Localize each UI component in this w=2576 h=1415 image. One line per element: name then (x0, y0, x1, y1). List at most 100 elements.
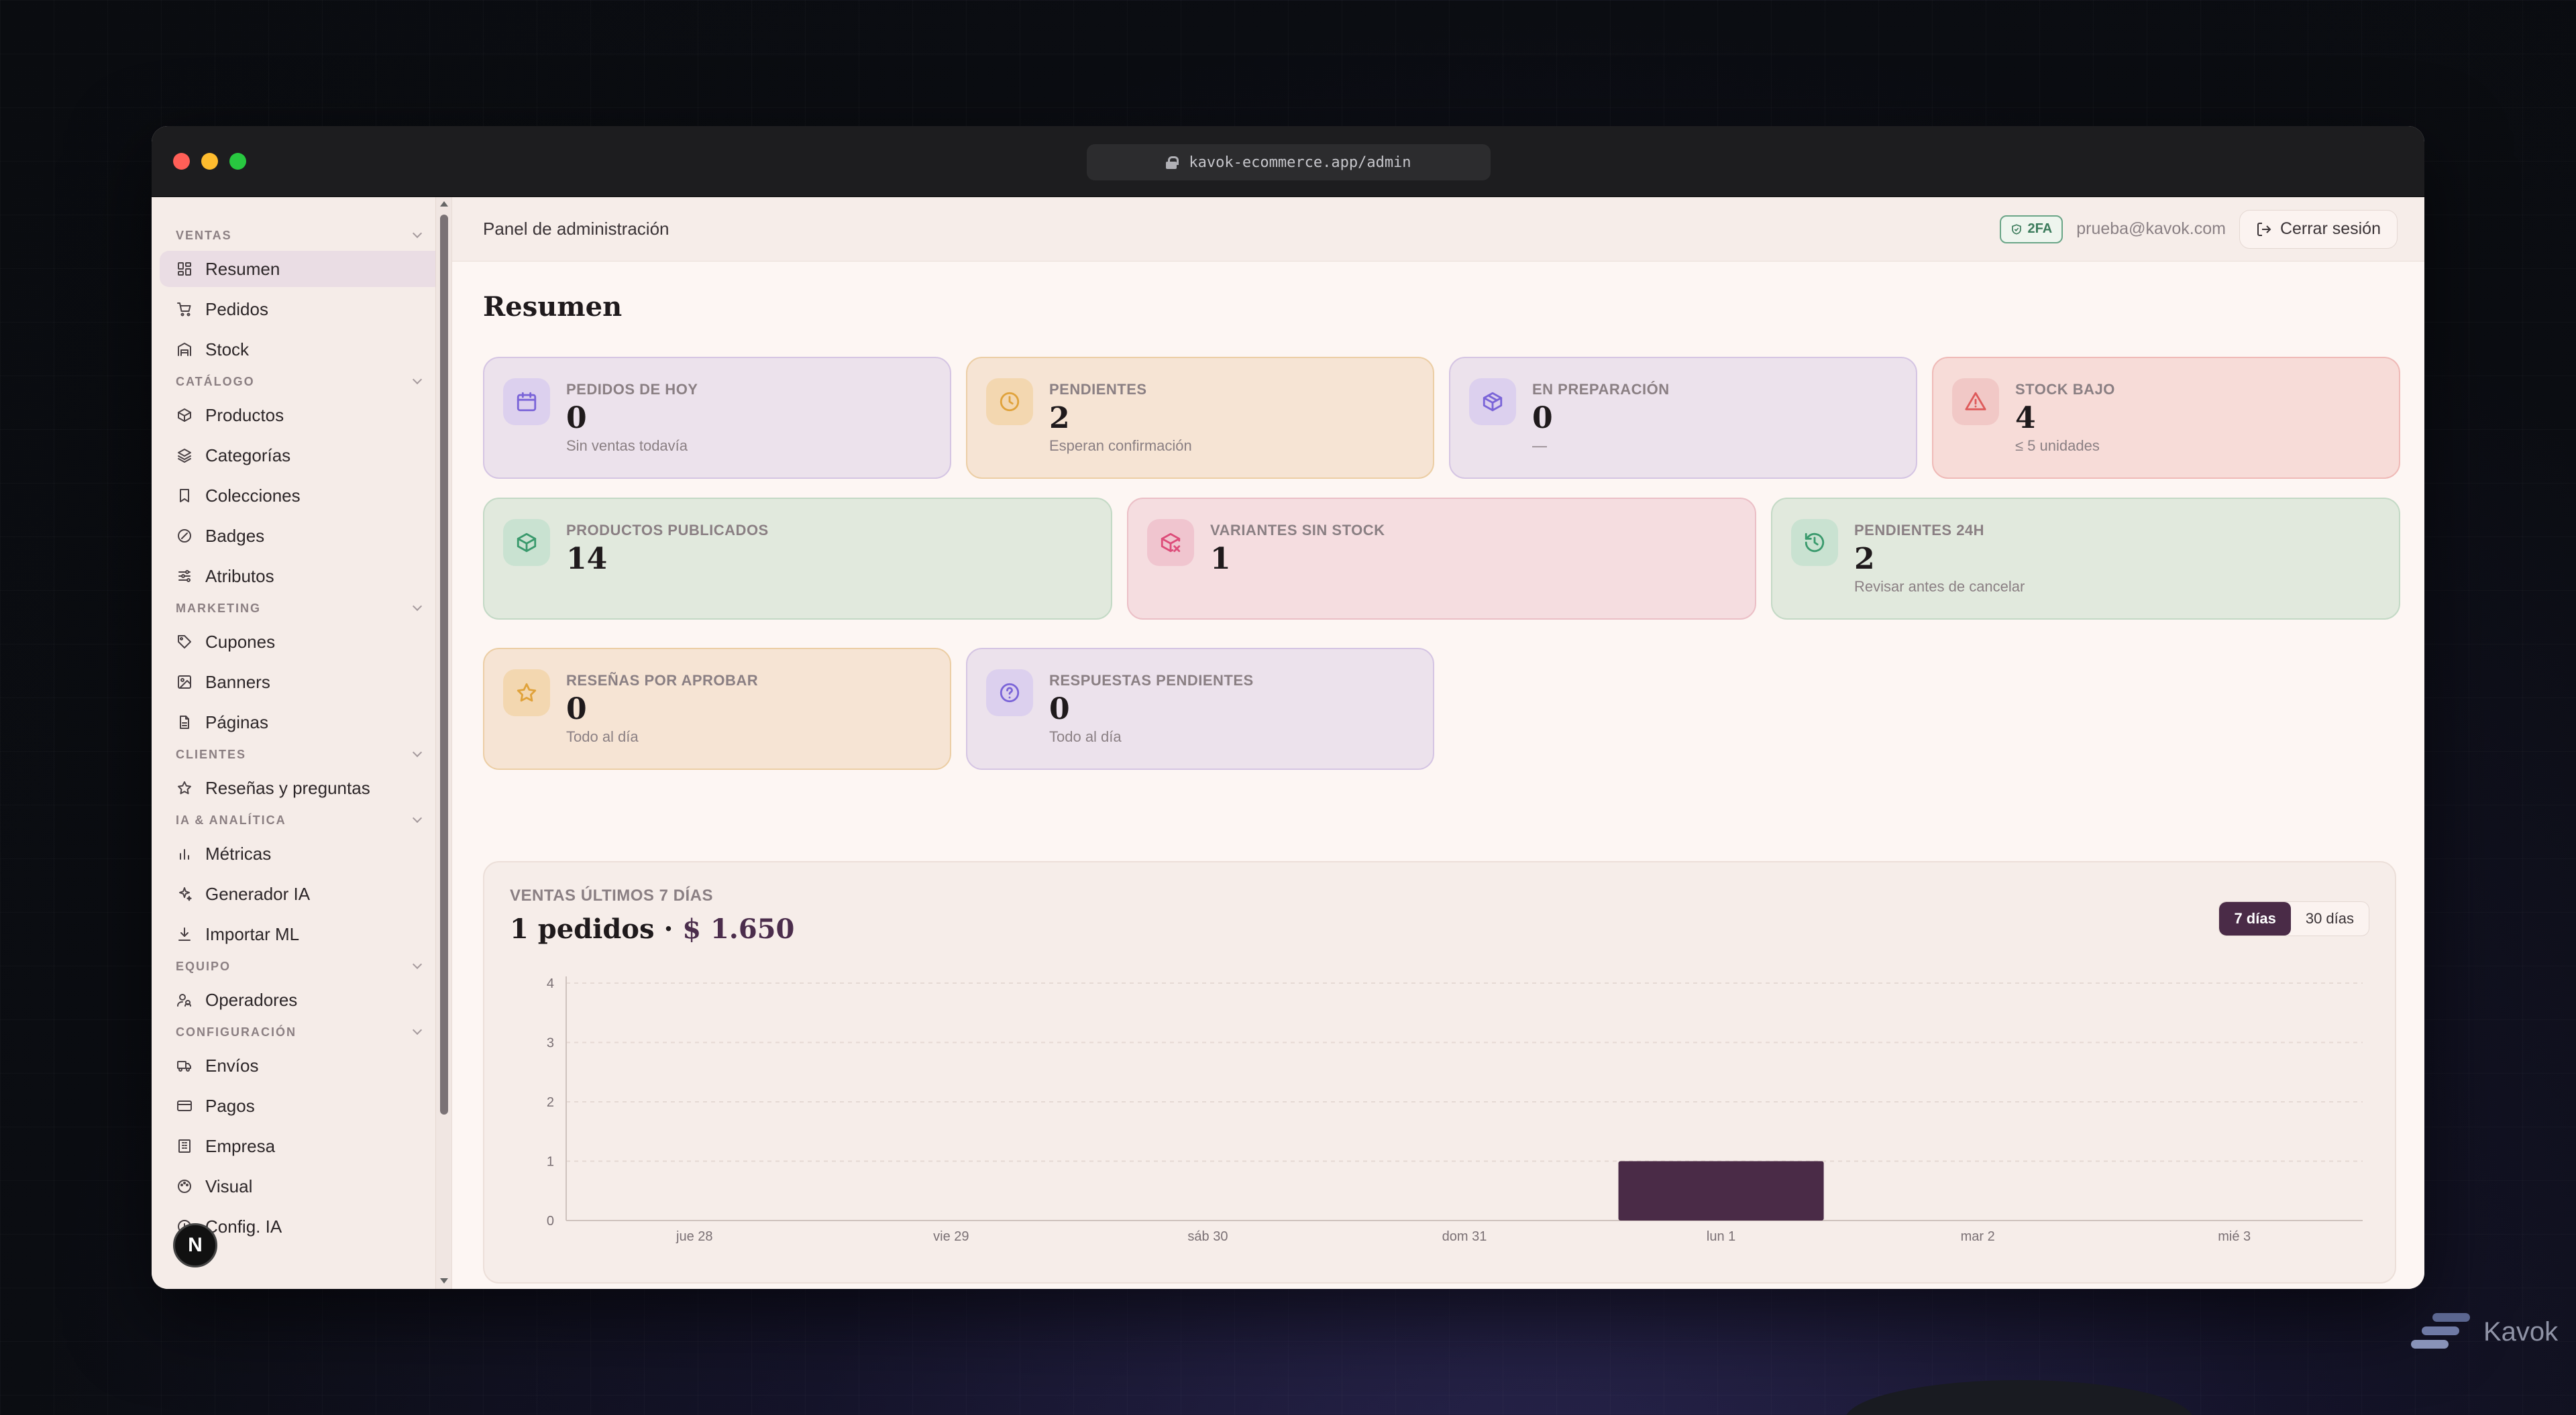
stat-card-en-preparacion[interactable]: EN PREPARACIÓN 0 — (1449, 357, 1917, 479)
sidebar-item-resumen[interactable]: Resumen (160, 251, 443, 287)
chevron-down-icon (412, 601, 423, 612)
address-bar[interactable]: kavok-ecommerce.app/admin (1087, 144, 1491, 180)
maximize-window-button[interactable] (229, 153, 246, 170)
history-icon (1791, 519, 1838, 566)
stat-label: PEDIDOS DE HOY (566, 381, 698, 398)
scroll-down-arrow[interactable] (440, 1278, 448, 1284)
sidebar-scrollbar[interactable] (435, 197, 451, 1289)
stat-subtitle: Todo al día (1049, 728, 1122, 745)
sidebar-item-colecciones[interactable]: Colecciones (160, 477, 443, 514)
box-icon (176, 406, 193, 424)
sidebar-group-clientes: CLIENTES Reseñas y preguntas (152, 744, 451, 806)
dashboard-icon (176, 260, 193, 278)
stat-card-respuestas-pendientes[interactable]: RESPUESTAS PENDIENTES 0 Todo al día (966, 648, 1434, 770)
address-url: kavok-ecommerce.app/admin (1189, 154, 1411, 171)
sidebar-group-title: CONFIGURACIÓN (176, 1025, 297, 1039)
sliders-icon (176, 567, 193, 585)
box-icon (503, 519, 550, 566)
sidebar-group-heading[interactable]: IA & ANALÍTICA (176, 810, 427, 830)
sidebar-item-generador-ia[interactable]: Generador IA (160, 876, 443, 912)
logout-button[interactable]: Cerrar sesión (2239, 209, 2398, 249)
stat-card-stock-bajo[interactable]: STOCK BAJO 4 ≤ 5 unidades (1932, 357, 2400, 479)
dev-tools-badge[interactable]: N (173, 1223, 217, 1267)
sidebar-item-label: Config. IA (205, 1216, 282, 1237)
stat-card-body: VARIANTES SIN STOCK 1 (1210, 519, 1385, 598)
close-window-button[interactable] (173, 153, 190, 170)
bookmark-icon (176, 487, 193, 504)
sidebar-group-heading[interactable]: CONFIGURACIÓN (176, 1022, 427, 1042)
sidebar-group-heading[interactable]: MARKETING (176, 598, 427, 618)
sidebar-item-paginas[interactable]: Páginas (160, 704, 443, 740)
kavok-logo-icon (2411, 1313, 2470, 1349)
sidebar-item-label: Productos (205, 404, 284, 425)
sidebar-item-operadores[interactable]: Operadores (160, 982, 443, 1018)
scrollbar-thumb[interactable] (440, 215, 448, 1115)
stat-card-pendientes-24h[interactable]: PENDIENTES 24H 2 Revisar antes de cancelar (1771, 498, 2400, 620)
kavok-wordmark: Kavok (2483, 1316, 2559, 1347)
sidebar-item-metricas[interactable]: Métricas (160, 836, 443, 872)
sidebar-item-label: Colecciones (205, 485, 301, 506)
stat-subtitle: — (1532, 437, 1547, 454)
sidebar-item-pagos[interactable]: Pagos (160, 1088, 443, 1124)
sidebar-item-atributos[interactable]: Atributos (160, 558, 443, 594)
sidebar-item-pedidos[interactable]: Pedidos (160, 291, 443, 327)
tag-icon (176, 633, 193, 650)
sidebar-group-marketing: MARKETING Cupones Banners Páginas (152, 598, 451, 740)
sidebar-group-heading[interactable]: CATÁLOGO (176, 372, 427, 392)
sidebar-item-badges[interactable]: Badges (160, 518, 443, 554)
chevron-down-icon (412, 374, 423, 385)
sidebar-group-ia-analitica: IA & ANALÍTICA Métricas Generador IA Import… (152, 810, 451, 952)
stat-label: PENDIENTES (1049, 381, 1147, 398)
sidebar-item-categorias[interactable]: Categorías (160, 437, 443, 473)
stat-card-resenas-por-aprobar[interactable]: RESEÑAS POR APROBAR 0 Todo al día (483, 648, 951, 770)
y-tick-label: 0 (547, 1214, 554, 1229)
sidebar-item-label: Pedidos (205, 298, 268, 319)
stat-card-body: RESEÑAS POR APROBAR 0 Todo al día (566, 669, 758, 748)
x-tick-label: mié 3 (2218, 1229, 2251, 1244)
sidebar-item-productos[interactable]: Productos (160, 397, 443, 433)
browser-titlebar: kavok-ecommerce.app/admin (152, 126, 2424, 197)
sidebar-item-label: Operadores (205, 989, 298, 1010)
sidebar-item-label: Métricas (205, 843, 272, 864)
sidebar-group-heading[interactable]: EQUIPO (176, 956, 427, 976)
sidebar-item-stock[interactable]: Stock (160, 331, 443, 367)
stat-card-body: STOCK BAJO 4 ≤ 5 unidades (2015, 378, 2115, 457)
main-area: Panel de administración 2FA prueba@kavok… (452, 197, 2424, 1289)
stat-card-pedidos-de-hoy[interactable]: PEDIDOS DE HOY 0 Sin ventas todavía (483, 357, 951, 479)
sales-bar-chart: 0 1 2 3 4 jue 28 vie 29 sáb 30 dom 31 lun 1 mar 2 m… (547, 976, 2363, 1244)
sidebar-item-cupones[interactable]: Cupones (160, 624, 443, 660)
admin-app: VENTAS Resumen Pedidos Stock CATÁLOGO Product… (152, 197, 2424, 1289)
minimize-window-button[interactable] (201, 153, 218, 170)
sidebar-item-resenas-y-preguntas[interactable]: Reseñas y preguntas (160, 770, 443, 806)
chart-bar-lun-1[interactable] (1618, 1161, 1824, 1221)
stat-card-productos-publicados[interactable]: PRODUCTOS PUBLICADOS 14 (483, 498, 1112, 620)
stat-card-pendientes[interactable]: PENDIENTES 2 Esperan confirmación (966, 357, 1434, 479)
sidebar-item-visual[interactable]: Visual (160, 1168, 443, 1204)
sidebar-item-label: Resumen (205, 258, 280, 279)
stat-card-variantes-sin-stock[interactable]: VARIANTES SIN STOCK 1 (1127, 498, 1756, 620)
sidebar-item-label: Badges (205, 525, 265, 546)
scroll-up-arrow[interactable] (440, 201, 448, 207)
sidebar-item-importar-ml[interactable]: Importar ML (160, 916, 443, 952)
stat-value: 0 (1049, 692, 1070, 726)
warehouse-icon (176, 341, 193, 358)
stat-value: 14 (566, 542, 608, 576)
topbar-actions: 2FA prueba@kavok.com Cerrar sesión (1999, 209, 2398, 249)
sidebar-group-heading[interactable]: VENTAS (176, 225, 427, 245)
sidebar-item-label: Categorías (205, 445, 291, 465)
logout-label: Cerrar sesión (2279, 219, 2381, 238)
sidebar-item-banners[interactable]: Banners (160, 664, 443, 700)
sidebar-item-label: Atributos (205, 565, 274, 586)
stat-subtitle: Revisar antes de cancelar (1854, 578, 2025, 595)
cart-icon (176, 300, 193, 318)
sidebar-item-empresa[interactable]: Empresa (160, 1128, 443, 1164)
sidebar-group-title: IA & ANALÍTICA (176, 813, 286, 827)
stat-value: 4 (2015, 401, 2036, 435)
sidebar-item-label: Pagos (205, 1095, 255, 1116)
stat-card-body: PENDIENTES 2 Esperan confirmación (1049, 378, 1192, 457)
sparkles-icon (176, 885, 193, 903)
x-tick-label: mar 2 (1961, 1229, 1995, 1244)
sidebar-item-envios[interactable]: Envíos (160, 1048, 443, 1084)
sidebar-group-heading[interactable]: CLIENTES (176, 744, 427, 765)
file-icon (176, 714, 193, 731)
